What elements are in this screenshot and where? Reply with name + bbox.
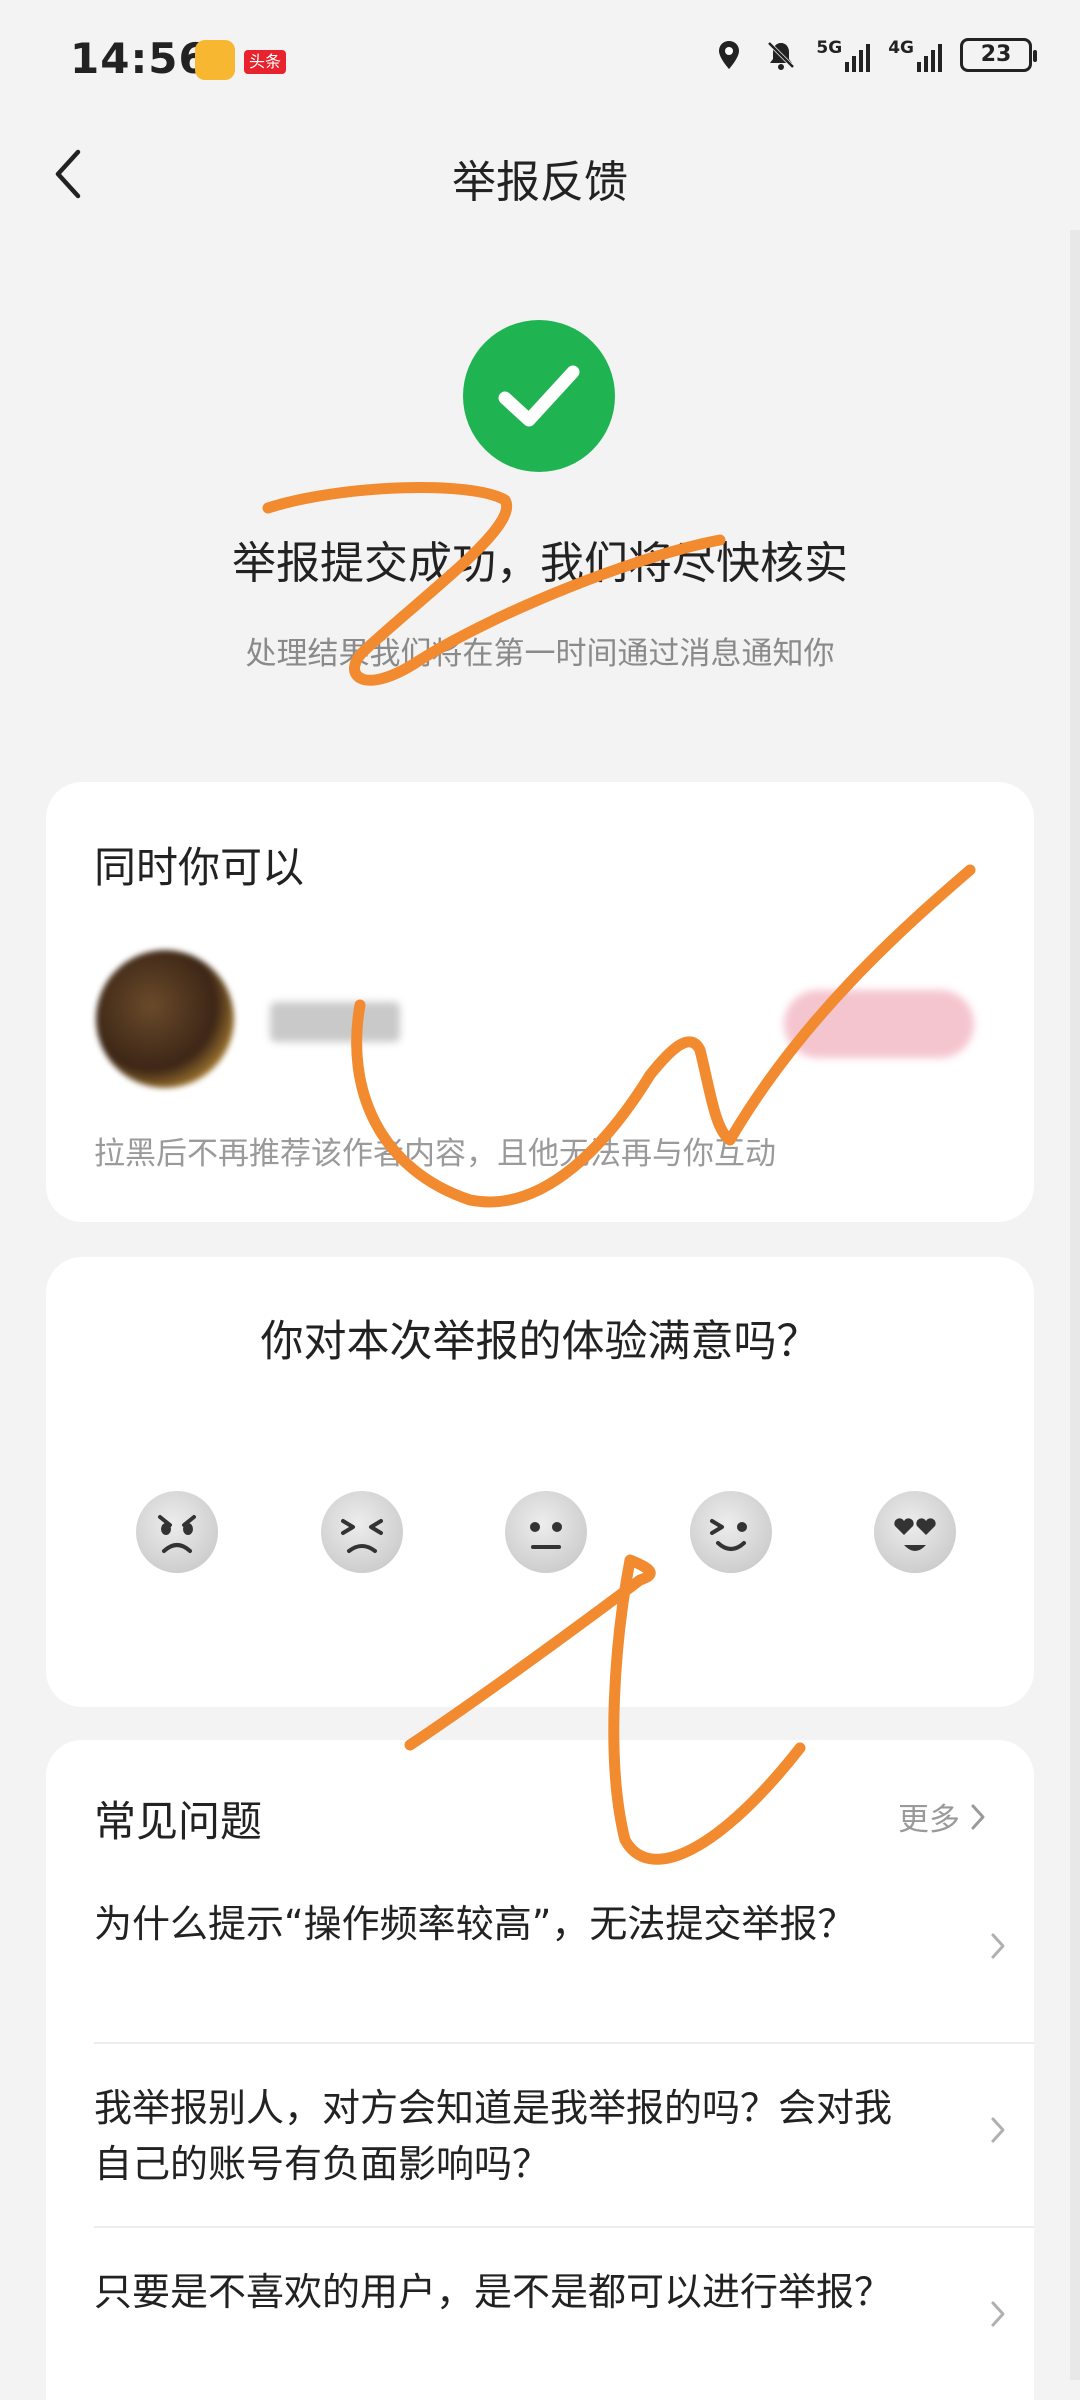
faq-question: 为什么提示“操作频率较高”，无法提交举报？ [94, 1902, 856, 1946]
faq-item[interactable]: 为什么提示“操作频率较高”，无法提交举报？ [94, 1896, 1005, 1959]
status-bar: 14:56 头条 5G 4G 23 [0, 0, 1080, 124]
survey-card: 你对本次举报的体验满意吗？ [46, 1257, 1034, 1707]
neutral-face-icon[interactable] [505, 1491, 587, 1573]
chevron-right-icon [991, 2117, 1005, 2143]
rating-faces [136, 1491, 956, 1573]
location-icon [719, 41, 740, 69]
toutiao-notification-icon: 头条 [244, 50, 286, 74]
heart-eyes-face-icon[interactable] [874, 1491, 956, 1573]
divider [94, 2042, 1034, 2044]
block-description: 拉黑后不再推荐该作者内容，且他无法再与你互动 [94, 1136, 776, 1172]
divider [94, 2226, 1034, 2228]
faq-card: 常见问题 更多 为什么提示“操作频率较高”，无法提交举报？ 我举报别人，对方会知… [46, 1740, 1034, 2400]
success-title: 举报提交成功，我们将尽快核实 [232, 538, 848, 589]
mute-bell-icon [767, 41, 795, 70]
actions-heading: 同时你可以 [94, 843, 305, 892]
signal-4g-icon: 4G [888, 38, 942, 72]
weibo-notification-icon [195, 40, 235, 80]
actions-card: 同时你可以 拉黑后不再推荐该作者内容，且他无法再与你互动 [46, 782, 1034, 1222]
faq-question: 只要是不喜欢的用户，是不是都可以进行举报？ [94, 2270, 893, 2314]
battery-indicator: 23 [960, 38, 1037, 72]
frustrated-face-icon[interactable] [320, 1491, 403, 1573]
smiling-face-icon[interactable] [689, 1491, 772, 1573]
signal-5g-label: 5G [816, 38, 843, 58]
page-title: 举报反馈 [452, 157, 628, 208]
author-name-blurred [270, 1002, 400, 1042]
faq-question: 我举报别人，对方会知道是我举报的吗？会对我自己的账号有负面影响吗？ [94, 2086, 893, 2186]
success-check-icon [463, 320, 615, 472]
faq-more-link[interactable]: 更多 [898, 1794, 986, 1839]
signal-4g-label: 4G [888, 38, 914, 58]
nav-bar: 举报反馈 [0, 124, 1080, 224]
status-icons: 5G 4G 23 [712, 38, 1037, 72]
chevron-right-icon [991, 2301, 1005, 2327]
faq-more-label: 更多 [898, 1802, 960, 1838]
chevron-right-icon [971, 1804, 985, 1829]
success-subtitle: 处理结果我们将在第一时间通过消息通知你 [245, 636, 835, 672]
signal-5g-icon: 5G [816, 38, 871, 72]
survey-question: 你对本次举报的体验满意吗？ [260, 1317, 820, 1367]
chevron-right-icon [991, 1933, 1005, 1959]
angry-face-icon[interactable] [136, 1491, 218, 1573]
faq-item[interactable]: 我举报别人，对方会知道是我举报的吗？会对我自己的账号有负面影响吗？ [94, 2080, 1005, 2192]
faq-item[interactable]: 只要是不喜欢的用户，是不是都可以进行举报？ [94, 2264, 1005, 2327]
block-button[interactable] [784, 990, 974, 1058]
faq-title: 常见问题 [94, 1797, 263, 1846]
avatar[interactable] [96, 950, 234, 1088]
status-time: 14:56 [70, 34, 209, 83]
